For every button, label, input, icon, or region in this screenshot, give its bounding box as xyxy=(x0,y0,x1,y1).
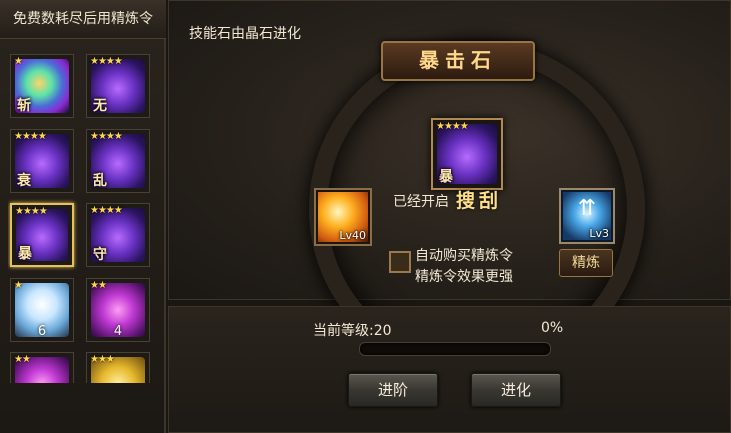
progress-bar xyxy=(359,342,551,356)
current-level: 当前等级:20 xyxy=(313,323,392,339)
gem-slot-3[interactable]: ★★★★ 衰 xyxy=(10,129,74,193)
star-rating: ★★★★ xyxy=(90,131,123,142)
auto-buy-checkbox[interactable] xyxy=(389,251,411,273)
gem-slot-2[interactable]: ★★★★ 无 xyxy=(86,54,150,118)
star-rating: ★★★★ xyxy=(14,131,47,142)
star-rating: ★★ xyxy=(90,280,107,291)
star-rating: ★ xyxy=(14,56,23,67)
star-rating: ★★★★ xyxy=(436,121,469,132)
gem-slot-4[interactable]: ★★★★ 乱 xyxy=(86,129,150,193)
evolution-panel: 技能石由晶石进化 暴击石 ★★★★ 暴 Lv40 已经开启 搜刮 ⇈ Lv3 自… xyxy=(168,0,731,377)
token-level: Lv3 xyxy=(589,227,609,240)
gem-slot-5-selected[interactable]: ★★★★ 暴 xyxy=(10,203,74,267)
gem-slot-10[interactable]: ★★★ xyxy=(86,352,150,383)
selected-stone-slot[interactable]: ★★★★ 暴 xyxy=(431,118,503,190)
gem-slot-6[interactable]: ★★★★ 守 xyxy=(86,203,150,267)
evolve-button[interactable]: 进化 xyxy=(471,373,561,407)
gem-glyph: 斩 xyxy=(17,98,31,114)
progress-panel: 当前等级:20 0% 进阶 进化 xyxy=(168,306,731,433)
gem-glyph: 乱 xyxy=(93,173,107,189)
advance-button[interactable]: 进阶 xyxy=(348,373,438,407)
skill-name: 搜刮 xyxy=(456,190,503,212)
gem-sidebar: 免费数耗尽后用精炼令 ★ 斩 ★★★★ 无 ★★★★ 衰 ★★★★ 乱 ★★★★… xyxy=(0,0,166,433)
gem-glyph: 无 xyxy=(93,98,107,114)
gem-glyph: 衰 xyxy=(17,173,31,189)
stone-title: 暴击石 xyxy=(381,41,535,81)
star-rating: ★★ xyxy=(14,354,31,365)
star-rating: ★★★ xyxy=(90,354,115,365)
gem-glyph: 守 xyxy=(93,247,107,263)
gem-slot-7[interactable]: ★ 6 xyxy=(10,278,74,342)
gem-grid: ★ 斩 ★★★★ 无 ★★★★ 衰 ★★★★ 乱 ★★★★ 暴 ★★★★ 守 ★… xyxy=(8,48,158,383)
item-count: 4 xyxy=(113,324,123,339)
star-rating: ★ xyxy=(14,280,23,291)
star-rating: ★★★★ xyxy=(15,206,48,217)
auto-buy-label: 自动购买精炼令 xyxy=(415,248,513,264)
gem-glyph: 暴 xyxy=(18,246,32,262)
auto-effect-label: 精炼令效果更强 xyxy=(415,269,513,285)
opened-label: 已经开启 xyxy=(393,194,449,210)
sidebar-title: 免费数耗尽后用精炼令 xyxy=(0,0,166,39)
gem-slot-9[interactable]: ★★ xyxy=(10,352,74,383)
star-rating: ★★★★ xyxy=(90,205,123,216)
hint-text: 技能石由晶石进化 xyxy=(189,26,301,42)
star-rating: ★★★★ xyxy=(90,56,123,67)
item-count: 6 xyxy=(37,324,47,339)
skill-level: Lv40 xyxy=(339,229,366,242)
progress-percent: 0% xyxy=(541,320,564,336)
refine-button[interactable]: 精炼 xyxy=(559,249,613,277)
gem-glyph: 暴 xyxy=(439,169,453,185)
gem-slot-1[interactable]: ★ 斩 xyxy=(10,54,74,118)
refine-token-slot[interactable]: ⇈ Lv3 xyxy=(559,188,615,244)
skill-slot[interactable]: Lv40 xyxy=(314,188,372,246)
gem-slot-8[interactable]: ★★ 4 xyxy=(86,278,150,342)
